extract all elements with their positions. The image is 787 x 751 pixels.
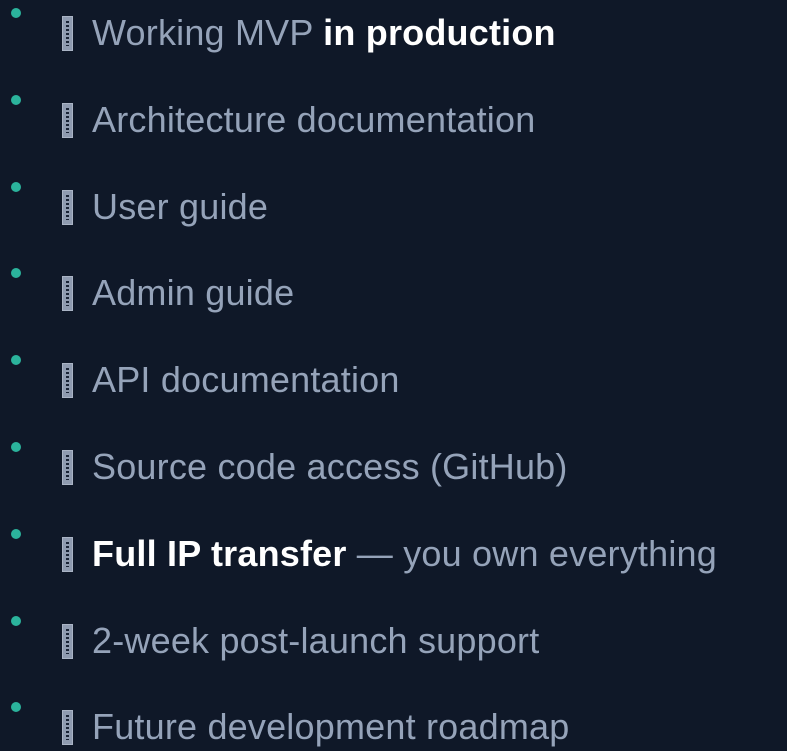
missing-glyph-icon — [62, 536, 73, 572]
missing-glyph-icon — [62, 16, 73, 51]
list-item-text: 2-week post-launch support — [92, 618, 539, 664]
list-item-label: 2-week post-launch support — [92, 619, 540, 661]
list-item: Source code access (GitHub) — [0, 404, 787, 491]
bullet-dot-icon — [11, 615, 21, 626]
list-item-label: Working MVP — [92, 12, 324, 53]
list-item-strong-prefix: Full IP transfer — [92, 532, 347, 574]
bullet-dot-icon — [11, 441, 21, 452]
list-item: Admin guide — [0, 230, 787, 317]
list-item-text: Admin guide — [92, 270, 294, 316]
list-item-label: Source code access (GitHub) — [92, 445, 568, 487]
list-item: Future development roadmap — [0, 664, 787, 751]
bullet-dot-icon — [11, 355, 21, 366]
list-item: User guide — [0, 144, 787, 231]
list-item-label: Future development roadmap — [92, 706, 570, 748]
list-item-suffix: — you own everything — [346, 532, 717, 574]
list-item-strong: in production — [323, 12, 556, 53]
list-item: Architecture documentation — [0, 57, 787, 144]
list-item-label: Architecture documentation — [92, 98, 536, 140]
missing-glyph-icon — [62, 710, 73, 746]
list-item-text: Working MVP in production — [92, 10, 556, 56]
bullet-dot-icon — [11, 94, 21, 105]
missing-glyph-icon — [62, 189, 73, 225]
missing-glyph-icon — [62, 363, 73, 399]
list-item-label: User guide — [92, 185, 269, 227]
deliverables-list: Working MVP in production Architecture d… — [0, 0, 787, 751]
missing-glyph-icon — [62, 449, 73, 485]
list-item-text: User guide — [92, 184, 268, 230]
bullet-dot-icon — [11, 8, 21, 18]
list-item-label: API documentation — [92, 359, 400, 401]
list-item-text: Future development roadmap — [92, 704, 569, 750]
list-item-text: Full IP transfer — you own everything — [92, 531, 717, 577]
list-item: Working MVP in production — [0, 0, 787, 57]
list-item: API documentation — [0, 317, 787, 404]
bullet-dot-icon — [11, 528, 21, 539]
list-item-text: Source code access (GitHub) — [92, 444, 568, 490]
bullet-dot-icon — [11, 181, 21, 192]
missing-glyph-icon — [62, 623, 73, 659]
list-item-text: Architecture documentation — [92, 97, 535, 143]
missing-glyph-icon — [62, 276, 73, 312]
bullet-dot-icon — [11, 268, 21, 279]
list-item-label: Admin guide — [92, 272, 295, 314]
bullet-dot-icon — [11, 702, 21, 713]
missing-glyph-icon — [62, 102, 73, 138]
list-item: Full IP transfer — you own everything — [0, 491, 787, 578]
list-item: 2-week post-launch support — [0, 578, 787, 665]
list-item-text: API documentation — [92, 357, 400, 403]
